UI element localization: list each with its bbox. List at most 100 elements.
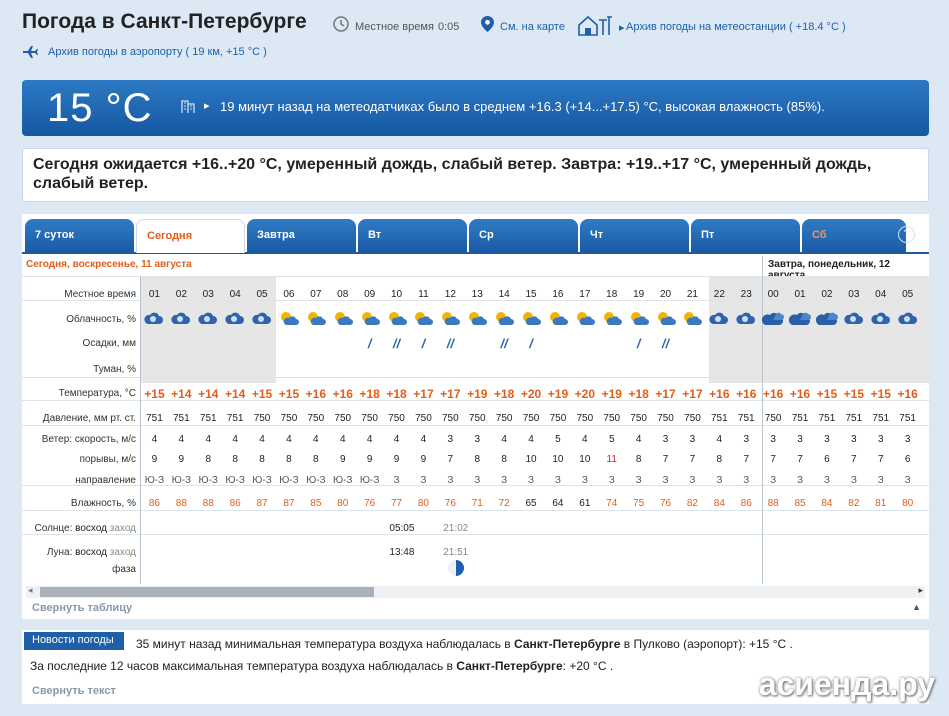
night-cloud-icon bbox=[867, 310, 894, 329]
row-label-moon: Луна: восход заход bbox=[46, 547, 136, 558]
collapse-table-link[interactable]: Свернуть таблицу bbox=[32, 602, 132, 614]
tab-4[interactable]: Ср bbox=[469, 219, 578, 253]
humidity-6: 85 bbox=[310, 498, 322, 509]
gust-8: 9 bbox=[366, 454, 373, 465]
humidity-19: 76 bbox=[659, 498, 672, 509]
tab-1[interactable]: Сегодня bbox=[136, 219, 245, 253]
wind-12: 3 bbox=[474, 434, 481, 445]
wind-25: 3 bbox=[824, 434, 830, 445]
wind-6: 4 bbox=[313, 434, 319, 445]
tab-0[interactable]: 7 суток bbox=[25, 219, 134, 253]
wind-7: 4 bbox=[339, 434, 346, 445]
pressure-23: 750 bbox=[764, 413, 782, 424]
map-link[interactable]: См. на карте bbox=[500, 21, 565, 33]
scroll-thumb[interactable] bbox=[40, 587, 374, 597]
gust-24: 7 bbox=[797, 454, 803, 465]
airport-archive-link[interactable]: Архив погоды в аэропорту ( 19 км, +15 °C… bbox=[48, 46, 267, 58]
row-label-precip: Осадки, мм bbox=[82, 338, 136, 349]
hour-25: 02 bbox=[821, 289, 833, 300]
dir-25: З bbox=[823, 475, 830, 486]
moon-phase-icon bbox=[437, 559, 475, 580]
station-archive-link[interactable]: Архив погоды на метеостанции ( +18.4 °C … bbox=[626, 21, 846, 33]
scroll-right-icon[interactable]: ▸ bbox=[918, 585, 923, 596]
pressure-17: 750 bbox=[603, 413, 621, 424]
tab-5[interactable]: Чт bbox=[580, 219, 689, 253]
dir-21: З bbox=[716, 475, 723, 486]
wind-14: 4 bbox=[528, 434, 534, 445]
gust-15: 10 bbox=[552, 454, 564, 465]
wind-20: 3 bbox=[689, 434, 696, 445]
forecast-table: 7 суток Сегодня Завтра Вт Ср Чт Пт Сб? Сегодня,… bbox=[22, 214, 929, 619]
hour-26: 03 bbox=[848, 289, 860, 300]
pressure-18: 750 bbox=[630, 413, 647, 424]
gust-20: 7 bbox=[689, 454, 696, 465]
news-tab[interactable]: Новости погоды bbox=[24, 632, 124, 650]
gust-3: 8 bbox=[232, 454, 238, 465]
tab-7[interactable]: Сб bbox=[802, 219, 906, 253]
wind-24: 3 bbox=[797, 434, 803, 445]
dir-4: Ю-З bbox=[252, 475, 272, 486]
row-label-sun: Солнце: восход заход bbox=[34, 523, 137, 534]
wind-18: 4 bbox=[635, 434, 642, 445]
hour-3: 04 bbox=[229, 289, 241, 300]
gust-17: 11 bbox=[606, 454, 617, 465]
forecast-summary: Сегодня ожидается +16..+20 °C, умеренный… bbox=[22, 148, 929, 202]
tab-2[interactable]: Завтра bbox=[247, 219, 356, 253]
night-cloud-icon bbox=[733, 310, 760, 329]
humidity-24: 85 bbox=[794, 498, 806, 509]
moonset-time: 21:51 bbox=[443, 547, 469, 558]
moonrise-time: 13:48 bbox=[389, 547, 415, 558]
wind-15: 5 bbox=[555, 434, 561, 445]
pressure-28: 751 bbox=[899, 413, 916, 424]
hour-5: 06 bbox=[283, 289, 295, 300]
humidity-16: 61 bbox=[579, 498, 591, 509]
dir-8: Ю-З bbox=[359, 475, 380, 486]
gust-18: 8 bbox=[635, 454, 642, 465]
wind-5: 4 bbox=[286, 434, 292, 445]
pressure-3: 751 bbox=[226, 413, 244, 424]
gust-0: 9 bbox=[151, 454, 158, 465]
humidity-9: 77 bbox=[390, 498, 403, 509]
map-pin-icon[interactable] bbox=[481, 16, 494, 32]
pressure-15: 750 bbox=[549, 413, 567, 424]
sun-cloud-icon bbox=[383, 310, 410, 329]
page-title: Погода в Санкт-Петербурге bbox=[22, 10, 307, 33]
row-label-pressure: Давление, мм рт. ст. bbox=[42, 413, 136, 424]
dir-9: З bbox=[393, 475, 400, 486]
news-item-2-text: За последние 12 часов максимальная темпе… bbox=[30, 659, 457, 673]
wind-1: 4 bbox=[178, 434, 185, 445]
today-date: Сегодня, воскресенье, 11 августа bbox=[26, 259, 192, 270]
collapse-up-icon[interactable]: ▲ bbox=[912, 602, 921, 612]
grid-line bbox=[22, 425, 929, 426]
temp-11: +17 bbox=[440, 387, 461, 401]
gust-12: 8 bbox=[474, 454, 481, 465]
pressure-8: 750 bbox=[361, 413, 378, 424]
wind-0: 4 bbox=[151, 434, 158, 445]
gust-4: 8 bbox=[259, 454, 265, 465]
dir-0: Ю-З bbox=[144, 475, 165, 486]
temp-1: +14 bbox=[171, 387, 192, 401]
dir-14: З bbox=[528, 475, 535, 486]
hour-28: 05 bbox=[902, 289, 914, 300]
scroll-left-icon[interactable]: ◂ bbox=[28, 585, 33, 596]
tab-3[interactable]: Вт bbox=[358, 219, 467, 253]
dir-6: Ю-З bbox=[306, 475, 326, 486]
humidity-1: 88 bbox=[175, 498, 187, 509]
wind-17: 5 bbox=[608, 434, 615, 445]
tab-6[interactable]: Пт bbox=[691, 219, 800, 253]
dir-22: З bbox=[743, 475, 750, 486]
sun-cloud-icon bbox=[491, 310, 518, 329]
collapse-text-link[interactable]: Свернуть текст bbox=[32, 685, 116, 697]
gust-1: 9 bbox=[178, 454, 185, 465]
pressure-6: 750 bbox=[307, 413, 325, 424]
gust-16: 10 bbox=[579, 454, 591, 465]
help-icon[interactable]: ? bbox=[898, 226, 915, 243]
humidity-25: 84 bbox=[821, 498, 833, 509]
temp-12: +19 bbox=[467, 387, 488, 401]
hour-9: 10 bbox=[390, 289, 403, 300]
dir-24: З bbox=[797, 475, 804, 486]
hour-15: 16 bbox=[552, 289, 564, 300]
rain-icon: // bbox=[446, 336, 454, 351]
hour-8: 09 bbox=[364, 289, 376, 300]
horizontal-scrollbar[interactable]: ◂ ▸ bbox=[26, 585, 925, 598]
